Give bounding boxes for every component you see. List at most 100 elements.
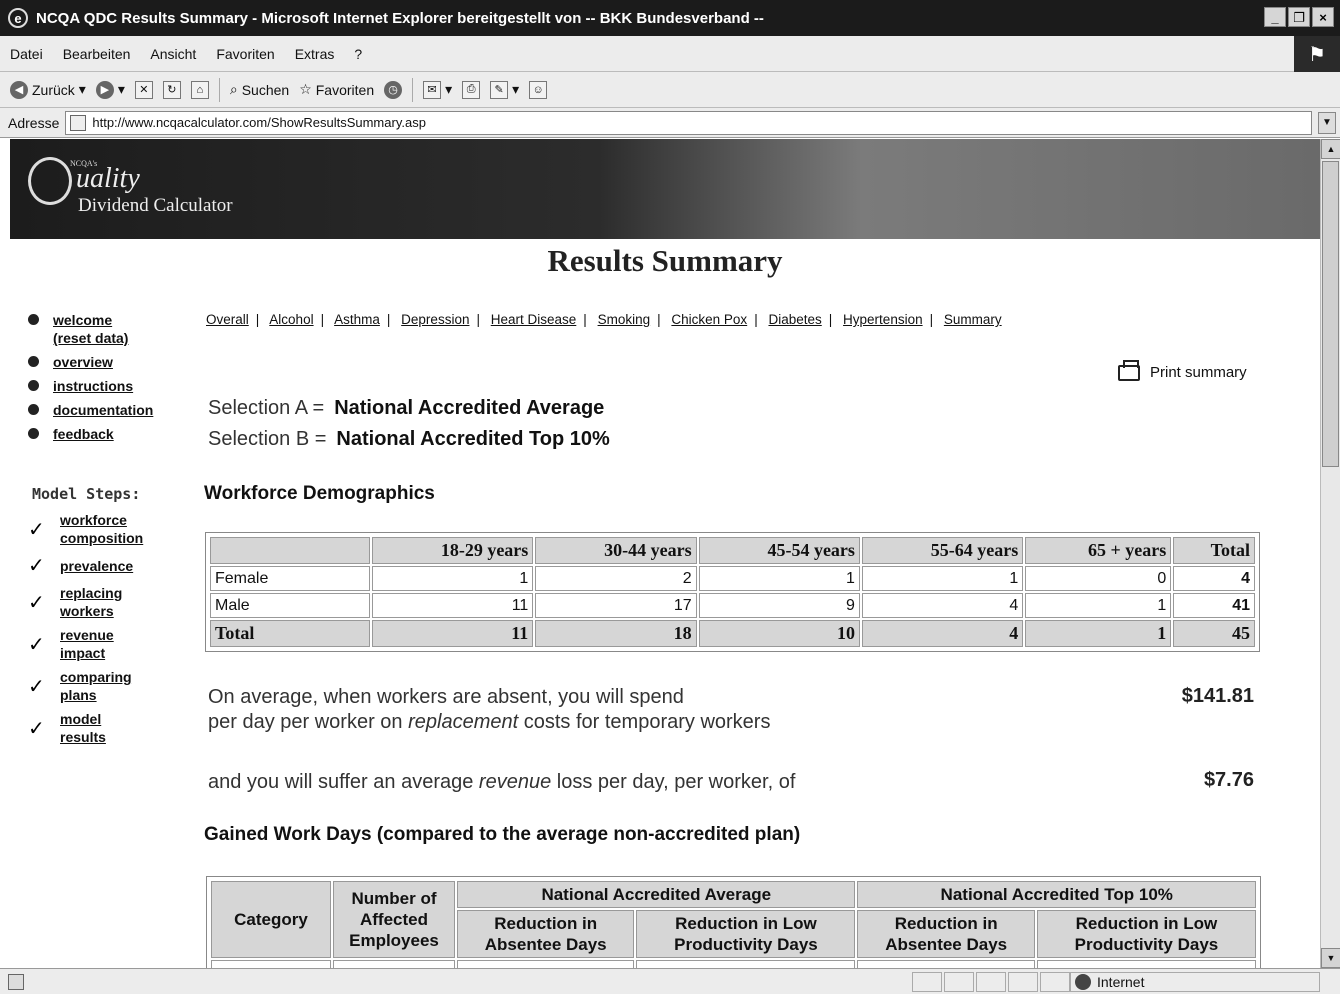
status-panes: [912, 972, 1070, 992]
table-total-row: Total 11 18 10 4 1 45: [210, 620, 1255, 647]
table-header-group-a: National Accredited Average: [457, 881, 856, 908]
edit-button[interactable]: ✎ ▾: [490, 80, 520, 99]
nav-link-overview[interactable]: overview: [53, 353, 113, 371]
table-header-absentee-a: Reduction in Absentee Days: [457, 910, 635, 958]
tab-asthma[interactable]: Asthma: [334, 312, 380, 327]
menu-bearbeiten[interactable]: Bearbeiten: [63, 46, 131, 62]
tab-heart-disease[interactable]: Heart Disease: [491, 312, 577, 327]
checkmark-icon: ✓: [28, 518, 45, 541]
step-link-replacing[interactable]: replacing workers: [60, 584, 135, 620]
replacement-line2-pre: per day per worker on: [208, 711, 409, 733]
table-header-row: 18-29 years 30-44 years 45-54 years 55-6…: [210, 537, 1255, 564]
page-viewport: NCQA's uality Dividend Calculator Result…: [10, 139, 1320, 968]
nav-item-documentation: documentation: [28, 401, 153, 419]
tab-summary[interactable]: Summary: [944, 312, 1002, 327]
gained-work-days-table: Category Number of Affected Employees Na…: [206, 876, 1261, 968]
step-item-workforce: ✓ workforce composition: [28, 511, 170, 547]
table-header: Total: [1173, 537, 1255, 564]
vertical-scrollbar[interactable]: ▲ ▼: [1320, 139, 1340, 968]
site-nav: welcome (reset data) overview instructio…: [28, 311, 153, 449]
table-header-category: Category: [211, 881, 331, 958]
tab-depression[interactable]: Depression: [401, 312, 469, 327]
replacement-text: On average, when workers are absent, you…: [208, 685, 770, 735]
tab-chicken-pox[interactable]: Chicken Pox: [671, 312, 747, 327]
menu-datei[interactable]: Datei: [10, 46, 43, 62]
address-dropdown-button[interactable]: ▼: [1318, 111, 1336, 134]
menu-extras[interactable]: Extras: [295, 46, 335, 62]
favorites-label: Favoriten: [315, 81, 375, 98]
replacement-emphasis: replacement: [408, 711, 519, 733]
history-icon: ◷: [384, 80, 403, 99]
tab-overall[interactable]: Overall: [206, 312, 249, 327]
table-row: [211, 960, 1256, 968]
printer-icon: ⎙: [462, 80, 481, 99]
tab-smoking[interactable]: Smoking: [598, 312, 651, 327]
table-cell: [333, 960, 455, 968]
close-button[interactable]: ×: [1312, 7, 1334, 27]
print-toolbar-button[interactable]: ⎙: [462, 80, 481, 99]
table-row: Male 11 17 9 4 1 41: [210, 593, 1255, 618]
tab-hypertension[interactable]: Hypertension: [843, 312, 923, 327]
minimize-button[interactable]: _: [1264, 7, 1286, 27]
step-link-comparing[interactable]: comparing plans: [60, 668, 145, 704]
step-link-workforce[interactable]: workforce composition: [60, 511, 170, 547]
refresh-button[interactable]: ↻: [162, 80, 181, 99]
row-label: Male: [210, 593, 370, 618]
menu-favoriten[interactable]: Favoriten: [216, 46, 274, 62]
replacement-amount: $141.81: [1181, 685, 1254, 707]
table-cell: [636, 960, 856, 968]
scroll-up-button[interactable]: ▲: [1321, 139, 1340, 159]
step-item-replacing: ✓ replacing workers: [28, 584, 170, 620]
maximize-button[interactable]: ❐: [1288, 7, 1310, 27]
tab-diabetes[interactable]: Diabetes: [768, 312, 821, 327]
mail-icon: ✉: [423, 80, 442, 99]
table-cell-total: 4: [1173, 566, 1255, 591]
table-row: Female 1 2 1 1 0 4: [210, 566, 1255, 591]
windows-flag-icon: ⚑: [1294, 36, 1340, 72]
selection-b: Selection B = National Accredited Top 10%: [208, 428, 610, 451]
favorites-button[interactable]: ☆ Favoriten: [299, 81, 374, 98]
nav-link-documentation[interactable]: documentation: [53, 401, 153, 419]
table-cell: [211, 960, 331, 968]
stop-icon: ✕: [134, 80, 153, 99]
address-label: Adresse: [8, 114, 60, 131]
step-link-prevalence[interactable]: prevalence: [60, 557, 170, 575]
scroll-thumb[interactable]: [1322, 161, 1339, 467]
refresh-icon: ↻: [162, 80, 181, 99]
chevron-down-icon: ▾: [512, 81, 520, 97]
table-cell: 1: [372, 566, 534, 591]
print-summary-link[interactable]: Print summary: [1118, 359, 1247, 381]
scroll-down-button[interactable]: ▼: [1321, 948, 1340, 968]
back-button[interactable]: ◀ Zurück ▾: [10, 80, 86, 99]
chevron-down-icon: ▾: [78, 81, 86, 97]
messenger-button[interactable]: ☺: [529, 80, 548, 99]
address-input[interactable]: http://www.ncqacalculator.com/ShowResult…: [65, 110, 1312, 135]
status-pane: [1040, 972, 1070, 992]
checkmark-icon: ✓: [28, 591, 45, 614]
demographics-table: 18-29 years 30-44 years 45-54 years 55-6…: [205, 532, 1260, 652]
step-link-model-results[interactable]: model results: [60, 710, 120, 746]
nav-link-feedback[interactable]: feedback: [53, 425, 114, 443]
step-link-revenue[interactable]: revenue impact: [60, 626, 130, 662]
table-header-employees: Number of Affected Employees: [333, 881, 455, 958]
nav-link-welcome[interactable]: welcome (reset data): [53, 311, 143, 347]
forward-button[interactable]: ▶ ▾: [95, 80, 125, 99]
mail-button[interactable]: ✉ ▾: [423, 80, 452, 99]
logo-quality-text: uality: [76, 163, 140, 194]
menu-help[interactable]: ?: [354, 46, 362, 62]
replacement-line2-post: costs for temporary workers: [518, 711, 771, 733]
table-cell: 2: [535, 566, 697, 591]
nav-link-instructions[interactable]: instructions: [53, 377, 133, 395]
row-label: Female: [210, 566, 370, 591]
menu-ansicht[interactable]: Ansicht: [150, 46, 196, 62]
stop-button[interactable]: ✕: [134, 80, 153, 99]
revenue-post: loss per day, per worker, of: [551, 771, 796, 793]
history-button[interactable]: ◷: [384, 80, 403, 99]
window-titlebar: e NCQA QDC Results Summary - Microsoft I…: [0, 0, 1340, 36]
chevron-down-icon: ▾: [117, 81, 125, 97]
home-button[interactable]: ⌂: [190, 80, 209, 99]
security-zone[interactable]: Internet: [1070, 972, 1320, 992]
home-icon: ⌂: [190, 80, 209, 99]
search-button[interactable]: ⌕ Suchen: [230, 81, 289, 98]
tab-alcohol[interactable]: Alcohol: [269, 312, 313, 327]
